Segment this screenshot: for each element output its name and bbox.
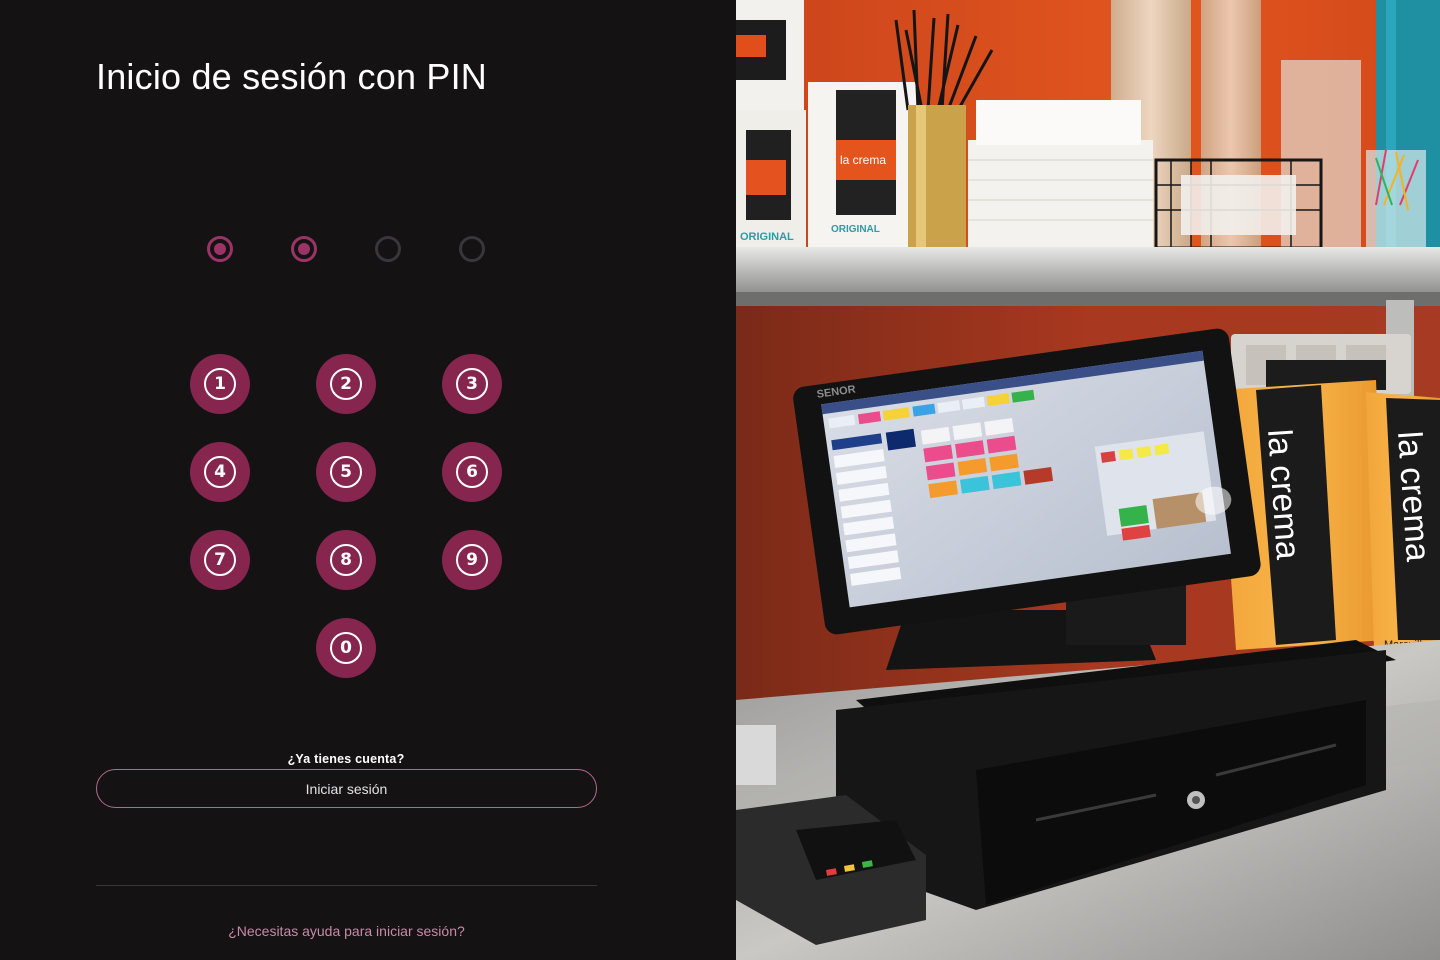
keypad-key-8[interactable]: 8 [316, 530, 376, 590]
account-prompt: ¿Ya tienes cuenta? [287, 752, 405, 766]
hero-image: ORIGINAL la crema ORIGINAL la crema la c… [736, 0, 1440, 960]
login-panel: Inicio de sesión con PIN 1 2 3 4 5 6 7 8… [0, 0, 736, 960]
key-digit: 0 [330, 632, 362, 664]
pin-dot [459, 236, 485, 262]
key-digit: 5 [330, 456, 362, 488]
key-digit: 8 [330, 544, 362, 576]
pos-terminal-photo: ORIGINAL la crema ORIGINAL la crema la c… [736, 0, 1440, 960]
keypad-key-3[interactable]: 3 [442, 354, 502, 414]
key-digit: 3 [456, 368, 488, 400]
key-digit: 6 [456, 456, 488, 488]
keypad-key-9[interactable]: 9 [442, 530, 502, 590]
cup-box-text: ORIGINAL [740, 231, 794, 243]
key-digit: 1 [204, 368, 236, 400]
key-digit: 4 [204, 456, 236, 488]
key-digit: 9 [456, 544, 488, 576]
divider [96, 885, 597, 886]
key-digit: 7 [204, 544, 236, 576]
keypad-key-4[interactable]: 4 [190, 442, 250, 502]
cup-box-text: ORIGINAL [831, 224, 880, 235]
help-login-link[interactable]: ¿Necesitas ayuda para iniciar sesión? [96, 923, 597, 939]
keypad-key-2[interactable]: 2 [316, 354, 376, 414]
keypad-key-7[interactable]: 7 [190, 530, 250, 590]
pin-dot [291, 236, 317, 262]
keypad-key-0[interactable]: 0 [316, 618, 376, 678]
cup-brand-text: la crema [840, 153, 886, 167]
keypad-key-1[interactable]: 1 [190, 354, 250, 414]
keypad-key-6[interactable]: 6 [442, 442, 502, 502]
key-digit: 2 [330, 368, 362, 400]
keypad-key-5[interactable]: 5 [316, 442, 376, 502]
pin-indicators [204, 236, 488, 268]
app-root: Inicio de sesión con PIN 1 2 3 4 5 6 7 8… [0, 0, 1440, 960]
page-title: Inicio de sesión con PIN [96, 56, 488, 97]
pin-dot [375, 236, 401, 262]
login-button[interactable]: Iniciar sesión [96, 769, 597, 808]
pin-dot [207, 236, 233, 262]
